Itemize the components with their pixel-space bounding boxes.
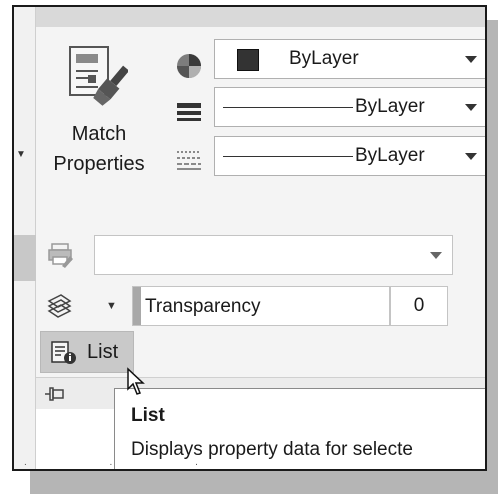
transparency-caret-icon[interactable]: ▼ xyxy=(106,300,117,312)
transparency-field[interactable]: Transparency xyxy=(132,286,390,326)
transparency-icon[interactable] xyxy=(46,293,72,319)
previous-panel-band xyxy=(14,235,36,281)
color-swatch xyxy=(237,49,259,71)
match-properties-brush-icon[interactable] xyxy=(68,45,128,109)
list-button-label: List xyxy=(87,341,119,363)
color-wheel-icon xyxy=(177,54,201,78)
linetype-value: ByLayer xyxy=(355,145,425,166)
transparency-label: Transparency xyxy=(145,296,261,317)
list-info-icon xyxy=(51,341,76,364)
previous-panel-edge: ▼ xyxy=(14,7,36,469)
ribbon-top-bar xyxy=(36,7,485,27)
line-sample xyxy=(223,107,353,108)
list-button[interactable]: List xyxy=(40,331,134,373)
linetype-dropdown[interactable]: ByLayer xyxy=(214,136,485,176)
color-dropdown[interactable]: ByLayer xyxy=(214,39,485,79)
transparency-value-input[interactable]: 0 xyxy=(390,286,448,326)
lineweight-value: ByLayer xyxy=(355,96,425,117)
chevron-down-icon xyxy=(465,56,477,63)
frame-shadow-bottom xyxy=(30,470,490,494)
transparency-slider-handle[interactable] xyxy=(133,287,141,325)
match-label-line2: Properties xyxy=(53,153,145,175)
plot-style-icon xyxy=(48,243,73,268)
drawing-grid-dots: . . . xyxy=(24,457,238,468)
mouse-cursor-icon xyxy=(127,367,145,395)
chevron-down-icon xyxy=(465,153,477,160)
lineweight-icon xyxy=(177,103,201,121)
dropdown-caret-icon[interactable]: ▼ xyxy=(16,149,26,160)
linetype-icon xyxy=(177,151,201,170)
match-label-line1: Match xyxy=(71,123,127,145)
pin-icon[interactable] xyxy=(44,384,66,404)
color-value: ByLayer xyxy=(289,48,359,69)
chevron-down-icon xyxy=(430,252,442,259)
chevron-down-icon xyxy=(465,104,477,111)
lineweight-dropdown[interactable]: ByLayer xyxy=(214,87,485,127)
tooltip-title: List xyxy=(131,405,165,426)
line-sample xyxy=(223,156,353,157)
match-properties-button[interactable]: Match Properties xyxy=(40,119,158,179)
properties-panel-window: ▼ Match Properties ByLayer ByLayer ByLay… xyxy=(12,5,487,471)
plot-style-dropdown[interactable] xyxy=(94,235,453,275)
frame-shadow-right xyxy=(486,20,498,494)
